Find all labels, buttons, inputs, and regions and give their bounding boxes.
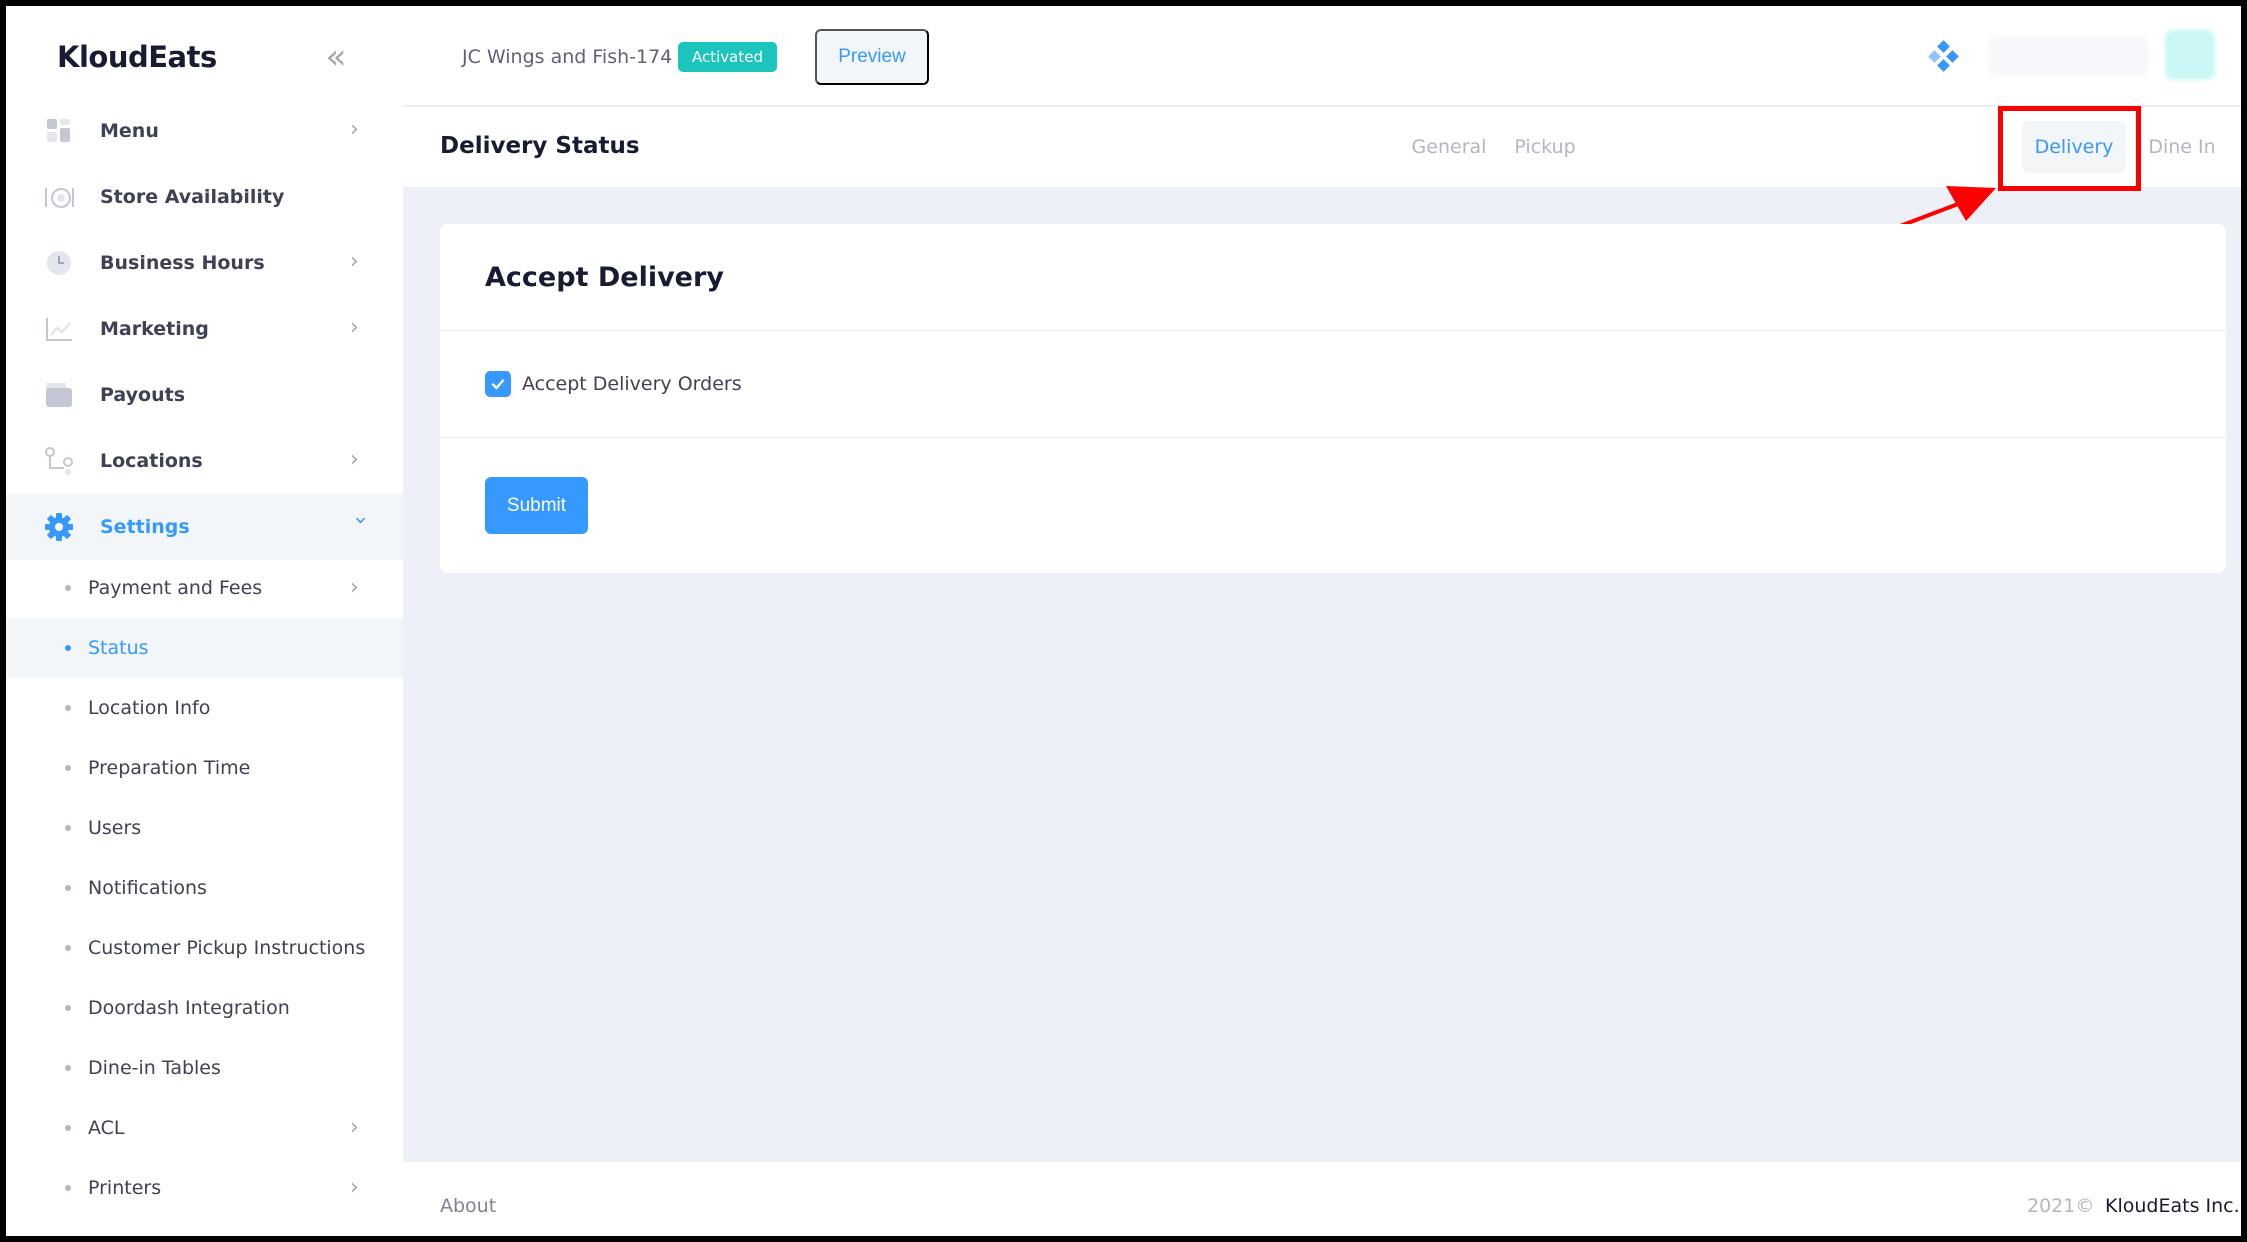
submenu-item-label: Payment and Fees [88, 577, 263, 599]
sidebar-item-locations[interactable]: Locations › [6, 428, 403, 494]
submenu-item-label: Customer Pickup Instructions [88, 937, 366, 959]
submit-button[interactable]: Submit [485, 477, 588, 534]
wallet-icon [42, 378, 76, 412]
sidebar-item-label: Payouts [100, 384, 186, 406]
sidebar-item-store-availability[interactable]: Store Availability [6, 164, 403, 230]
submenu-item-preparation-time[interactable]: Preparation Time [6, 738, 403, 798]
settings-submenu: Payment and Fees › Status Location Info … [6, 558, 403, 1218]
sidebar: KloudEats « Menu › Store Availability Bu… [6, 6, 403, 1236]
route-icon [42, 444, 76, 478]
page-footer: About 2021© KloudEats Inc. [403, 1162, 2241, 1236]
submenu-item-printers[interactable]: Printers › [6, 1158, 403, 1218]
bullet-icon [65, 1185, 71, 1191]
submenu-item-users[interactable]: Users [6, 798, 403, 858]
chevron-right-icon: › [350, 447, 359, 472]
submenu-item-label: Preparation Time [88, 757, 251, 779]
sidebar-item-label: Settings [100, 516, 190, 538]
gear-icon [42, 510, 76, 544]
annotation-highlight-box [1998, 106, 2141, 191]
bullet-icon [65, 1065, 71, 1071]
checkmark-icon [491, 379, 505, 390]
submenu-item-status[interactable]: Status [6, 618, 403, 678]
dining-icon [42, 180, 76, 214]
sidebar-item-label: Locations [100, 450, 203, 472]
sidebar-item-marketing[interactable]: Marketing › [6, 296, 403, 362]
submenu-item-dine-in-tables[interactable]: Dine-in Tables [6, 1038, 403, 1098]
submenu-item-location-info[interactable]: Location Info [6, 678, 403, 738]
sidebar-item-business-hours[interactable]: Business Hours › [6, 230, 403, 296]
bullet-icon [65, 945, 71, 951]
tab-general[interactable]: General [1403, 121, 1495, 173]
card-title: Accept Delivery [485, 261, 724, 293]
bullet-icon [65, 585, 71, 591]
card-footer: Submit [440, 438, 2226, 573]
submenu-item-label: Doordash Integration [88, 997, 290, 1019]
submenu-item-label: Status [88, 637, 149, 659]
preview-button[interactable]: Preview [815, 29, 929, 85]
accept-delivery-card: Accept Delivery Accept Delivery Orders S… [440, 224, 2226, 573]
status-badge: Activated [678, 42, 777, 72]
user-name-blurred[interactable] [1989, 36, 2149, 76]
chevron-right-icon: › [350, 315, 359, 340]
accept-delivery-label[interactable]: Accept Delivery Orders [522, 373, 742, 395]
app-window: KloudEats « Menu › Store Availability Bu… [6, 6, 2241, 1236]
sidebar-item-label: Store Availability [100, 186, 285, 208]
company-link[interactable]: KloudEats Inc. [2105, 1195, 2240, 1217]
submenu-item-label: Notifications [88, 877, 207, 899]
accept-delivery-checkbox[interactable] [485, 371, 511, 397]
collapse-sidebar-icon[interactable]: « [318, 40, 354, 76]
submenu-item-customer-pickup-instructions[interactable]: Customer Pickup Instructions [6, 918, 403, 978]
bullet-icon [65, 1125, 71, 1131]
chevron-down-icon: › [348, 516, 373, 525]
subheader: Delivery Status General Pickup Delivery … [403, 107, 2241, 187]
submenu-item-label: ACL [88, 1117, 125, 1139]
bullet-icon [65, 645, 71, 651]
card-body: Accept Delivery Orders [440, 331, 2226, 438]
sidebar-item-label: Marketing [100, 318, 209, 340]
submenu-item-label: Printers [88, 1177, 162, 1199]
brand-logo[interactable]: KloudEats [57, 40, 217, 74]
store-name: JC Wings and Fish-174 [462, 46, 673, 68]
chevron-right-icon: › [350, 249, 359, 274]
bullet-icon [65, 825, 71, 831]
submenu-item-label: Users [88, 817, 142, 839]
bullet-icon [65, 1005, 71, 1011]
clock-icon [42, 246, 76, 280]
sidebar-item-menu[interactable]: Menu › [6, 98, 403, 164]
bullet-icon [65, 885, 71, 891]
bullet-icon [65, 765, 71, 771]
avatar[interactable] [2165, 30, 2215, 80]
chart-line-icon [42, 312, 76, 346]
copyright-year: 2021© [2027, 1195, 2095, 1217]
sidebar-item-settings[interactable]: Settings › [6, 494, 403, 560]
tab-pickup[interactable]: Pickup [1503, 121, 1587, 173]
submenu-item-doordash-integration[interactable]: Doordash Integration [6, 978, 403, 1038]
apps-icon[interactable] [1927, 40, 1961, 74]
tab-dine-in[interactable]: Dine In [2136, 121, 2228, 173]
sidebar-item-label: Menu [100, 120, 159, 142]
sidebar-item-label: Business Hours [100, 252, 265, 274]
bullet-icon [65, 705, 71, 711]
chevron-right-icon: › [350, 575, 359, 600]
submenu-item-notifications[interactable]: Notifications [6, 858, 403, 918]
card-header: Accept Delivery [440, 224, 2226, 331]
chevron-right-icon: › [350, 1115, 359, 1140]
top-header: JC Wings and Fish-174 Activated Preview [403, 6, 2241, 106]
submenu-item-label: Location Info [88, 697, 211, 719]
submenu-item-acl[interactable]: ACL › [6, 1098, 403, 1158]
chevron-right-icon: › [350, 1175, 359, 1200]
page-title: Delivery Status [440, 133, 640, 159]
sidebar-item-payouts[interactable]: Payouts [6, 362, 403, 428]
menu-grid-icon [42, 114, 76, 148]
submenu-item-label: Dine-in Tables [88, 1057, 221, 1079]
sidebar-nav: Menu › Store Availability Business Hours… [6, 98, 403, 560]
submenu-item-payment-and-fees[interactable]: Payment and Fees › [6, 558, 403, 618]
about-link[interactable]: About [440, 1195, 496, 1217]
chevron-right-icon: › [350, 117, 359, 142]
